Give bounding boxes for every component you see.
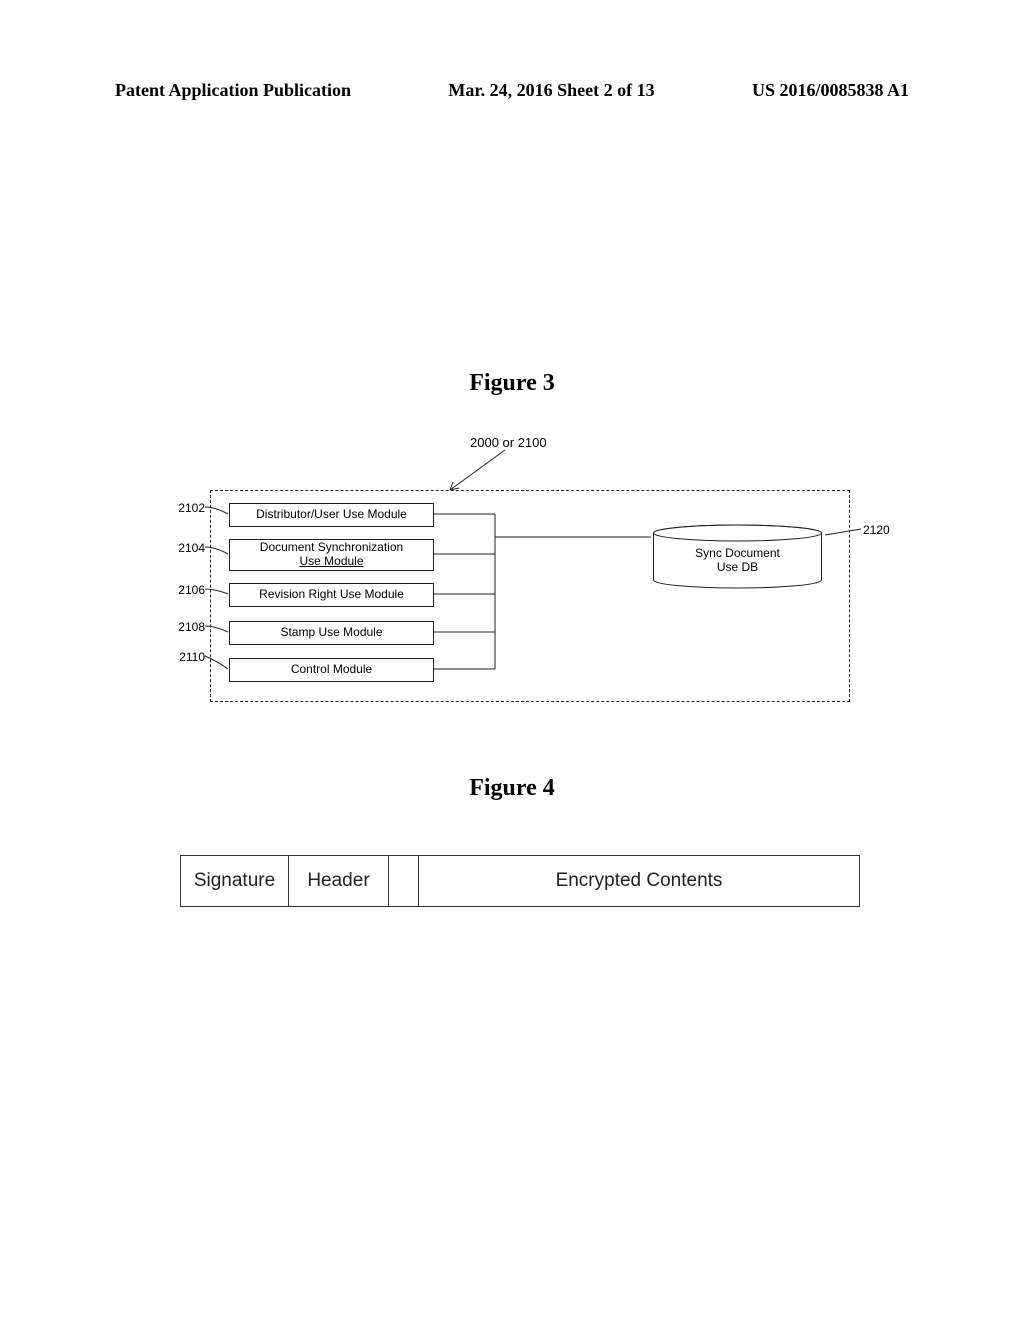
figure-4-diagram: Signature Header Encrypted Contents xyxy=(180,855,860,907)
ref-2110: 2110 xyxy=(165,650,205,664)
ref-2108: 2108 xyxy=(165,620,205,634)
module-label: Control Module xyxy=(291,663,372,677)
module-document-sync: Document Synchronization Use Module xyxy=(229,539,434,571)
db-label: Sync Document Use DB xyxy=(651,546,824,575)
header-right: US 2016/0085838 A1 xyxy=(752,80,909,101)
sync-document-use-db: Sync Document Use DB xyxy=(651,524,824,589)
cell-encrypted-contents: Encrypted Contents xyxy=(419,856,859,906)
module-label: Distributor/User Use Module xyxy=(256,508,407,522)
cell-gap xyxy=(389,856,419,906)
module-control: Control Module xyxy=(229,658,434,682)
figure-3-title: Figure 3 xyxy=(0,370,1024,397)
module-label-line2: Use Module xyxy=(299,554,363,568)
module-label-line1: Document Synchronization xyxy=(260,540,403,554)
ref-2120: 2120 xyxy=(863,523,890,537)
callout-2000-or-2100: 2000 or 2100 xyxy=(470,435,547,450)
module-label: Revision Right Use Module xyxy=(259,588,404,602)
cell-header: Header xyxy=(289,856,389,906)
header-left: Patent Application Publication xyxy=(115,80,351,101)
page-header: Patent Application Publication Mar. 24, … xyxy=(115,80,909,101)
ref-2104: 2104 xyxy=(165,541,205,555)
page: Patent Application Publication Mar. 24, … xyxy=(0,0,1024,1320)
module-label: Stamp Use Module xyxy=(280,626,382,640)
module-distributor-user: Distributor/User Use Module xyxy=(229,503,434,527)
db-label-line2: Use DB xyxy=(717,560,758,574)
cell-label: Encrypted Contents xyxy=(556,870,723,892)
db-label-line1: Sync Document xyxy=(695,546,780,560)
system-dashed-box: Distributor/User Use Module Document Syn… xyxy=(210,490,850,702)
header-center: Mar. 24, 2016 Sheet 2 of 13 xyxy=(448,80,654,101)
figure-3-diagram: 2000 or 2100 2102 2104 2106 2108 2110 21… xyxy=(115,435,905,720)
module-stamp: Stamp Use Module xyxy=(229,621,434,645)
figure-4-title: Figure 4 xyxy=(0,775,1024,802)
cell-signature: Signature xyxy=(181,856,289,906)
cell-label: Signature xyxy=(194,870,275,892)
module-label: Document Synchronization Use Module xyxy=(260,541,403,569)
record-layout-box: Signature Header Encrypted Contents xyxy=(180,855,860,907)
cell-label: Header xyxy=(307,870,369,892)
module-revision-right: Revision Right Use Module xyxy=(229,583,434,607)
ref-2102: 2102 xyxy=(165,501,205,515)
ref-2106: 2106 xyxy=(165,583,205,597)
